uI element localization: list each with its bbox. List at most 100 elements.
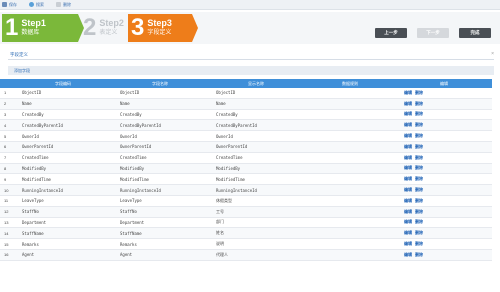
edit-link[interactable]: 编辑 [404, 187, 412, 192]
delete-link[interactable]: 删除 [415, 219, 423, 224]
add-field-link[interactable]: 添加字段 [8, 68, 30, 74]
edit-link[interactable]: 编辑 [404, 111, 412, 116]
field-code-cell: LeaveType [22, 198, 44, 204]
field-code-cell: OwnerId [22, 133, 39, 139]
step-3-subtitle: 字段定义 [147, 30, 172, 36]
edit-link[interactable]: 编辑 [404, 155, 412, 160]
row-actions: 编辑 删除 [396, 176, 492, 182]
table-row: 16 Agent Agent 代理人 编辑 删除 [0, 249, 492, 261]
row-actions: 编辑 删除 [396, 155, 492, 161]
edit-link[interactable]: 编辑 [404, 90, 412, 95]
delete-link[interactable]: 删除 [415, 187, 423, 192]
row-index: 4 [4, 122, 7, 128]
edit-link[interactable]: 编辑 [404, 133, 412, 138]
display-name-cell: 姓名 [216, 230, 224, 236]
delete-link[interactable]: 删除 [415, 101, 423, 106]
toolbar-save-item[interactable]: 保存 [2, 2, 17, 8]
close-icon[interactable]: × [491, 51, 494, 57]
row-actions: 编辑 删除 [396, 219, 492, 225]
row-actions: 编辑 删除 [396, 133, 492, 139]
edit-link[interactable]: 编辑 [404, 165, 412, 170]
edit-link[interactable]: 编辑 [404, 252, 412, 257]
table-row: 14 StaffName StaffName 姓名 编辑 删除 [0, 228, 492, 240]
toolbar-search-item[interactable]: 搜索 [29, 2, 44, 8]
field-name-cell: OwnerParentId [120, 144, 152, 150]
table-row: 9 ModifiedTime ModifiedTime ModifiedTime 编辑删… [0, 174, 492, 186]
toolbar-delete-item[interactable]: 删除 [56, 2, 71, 8]
step-3-title: Step3 [147, 18, 172, 28]
row-index: 10 [4, 187, 9, 193]
delete-link[interactable]: 删除 [415, 155, 423, 160]
delete-link[interactable]: 删除 [415, 241, 423, 246]
display-name-cell: ModifiedBy [216, 165, 241, 171]
field-code-cell: StaffNo [22, 209, 39, 215]
display-name-cell: 部门 [216, 219, 224, 225]
table-row: 6 OwnerParentId OwnerParentId OwnerParentId… [0, 141, 492, 153]
prev-step-button[interactable]: 上一步 [375, 28, 407, 38]
field-name-cell: RunningInstanceId [120, 187, 161, 193]
field-name-cell: Name [120, 101, 130, 107]
display-name-cell: CreatedByParentId [216, 122, 257, 128]
section-title: 字段定义 [10, 51, 28, 57]
row-actions: 编辑 删除 [396, 252, 492, 258]
delete-link[interactable]: 删除 [415, 198, 423, 203]
col-name-header: 字段名称 [152, 80, 168, 86]
table-row: 10 RunningInstanceId RunningInstanceId Runn… [0, 185, 492, 196]
row-index: 6 [4, 144, 7, 150]
edit-link[interactable]: 编辑 [404, 122, 412, 127]
edit-link[interactable]: 编辑 [404, 209, 412, 214]
row-index: 14 [4, 230, 9, 236]
field-code-cell: Agent [22, 252, 35, 258]
fields-table: 字段编码 字段名称 显示名称 数据规则 编辑 1 ObjectID ObjectID… [0, 79, 492, 261]
delete-link[interactable]: 删除 [415, 122, 423, 127]
step-3-number: 3 [131, 14, 145, 41]
table-body: 1 ObjectID ObjectID ObjectID 编辑 删除 2 Name Name Na… [0, 88, 492, 261]
edit-link[interactable]: 编辑 [404, 101, 412, 106]
step-1[interactable]: 1 Step1 数据库 [2, 14, 84, 42]
step-2-title: Step2 [99, 18, 124, 28]
row-index: 12 [4, 209, 9, 215]
field-name-cell: OwnerId [120, 133, 137, 139]
display-name-cell: ObjectID [216, 90, 236, 96]
field-name-cell: ObjectID [120, 90, 140, 96]
field-code-cell: Name [22, 101, 32, 107]
delete-link[interactable]: 删除 [415, 209, 423, 214]
table-row: 8 ModifiedBy ModifiedBy ModifiedBy 编辑 删除 [0, 163, 492, 175]
row-index: 5 [4, 133, 7, 139]
delete-link[interactable]: 删除 [415, 252, 423, 257]
delete-link[interactable]: 删除 [415, 111, 423, 116]
edit-link[interactable]: 编辑 [404, 144, 412, 149]
display-name-cell: CreatedBy [216, 111, 238, 117]
table-toolbar: 添加字段 [8, 66, 494, 75]
delete-link[interactable]: 删除 [415, 165, 423, 170]
edit-link[interactable]: 编辑 [404, 219, 412, 224]
delete-link[interactable]: 删除 [415, 133, 423, 138]
table-row: 15 Remarks Remarks 说明 编辑 删除 [0, 239, 492, 250]
edit-link[interactable]: 编辑 [404, 241, 412, 246]
field-name-cell: Remarks [120, 241, 137, 247]
field-name-cell: StaffName [120, 230, 142, 236]
edit-link[interactable]: 编辑 [404, 230, 412, 235]
table-row: 11 LeaveType LeaveType 休假类型 编辑 删除 [0, 196, 492, 207]
delete-icon [56, 2, 61, 7]
field-name-cell: CreatedByParentId [120, 122, 161, 128]
step-2[interactable]: 2 Step2 表定义 [80, 14, 128, 42]
delete-link[interactable]: 删除 [415, 230, 423, 235]
edit-link[interactable]: 编辑 [404, 198, 412, 203]
field-code-cell: CreatedByParentId [22, 122, 63, 128]
display-name-cell: 工号 [216, 208, 224, 214]
toolbar-save-label: 保存 [9, 1, 17, 7]
row-actions: 编辑 删除 [396, 187, 492, 193]
step-3[interactable]: 3 Step3 字段定义 [128, 14, 198, 42]
delete-link[interactable]: 删除 [415, 176, 423, 181]
delete-link[interactable]: 删除 [415, 144, 423, 149]
col-display-header: 显示名称 [248, 80, 264, 86]
finish-button[interactable]: 完成 [459, 28, 491, 38]
field-name-cell: ModifiedBy [120, 165, 145, 171]
next-step-button[interactable]: 下一步 [417, 28, 449, 38]
step-2-subtitle: 表定义 [99, 30, 118, 36]
delete-link[interactable]: 删除 [415, 90, 423, 95]
field-name-cell: ModifiedTime [120, 176, 149, 182]
field-code-cell: Department [22, 219, 47, 225]
edit-link[interactable]: 编辑 [404, 176, 412, 181]
